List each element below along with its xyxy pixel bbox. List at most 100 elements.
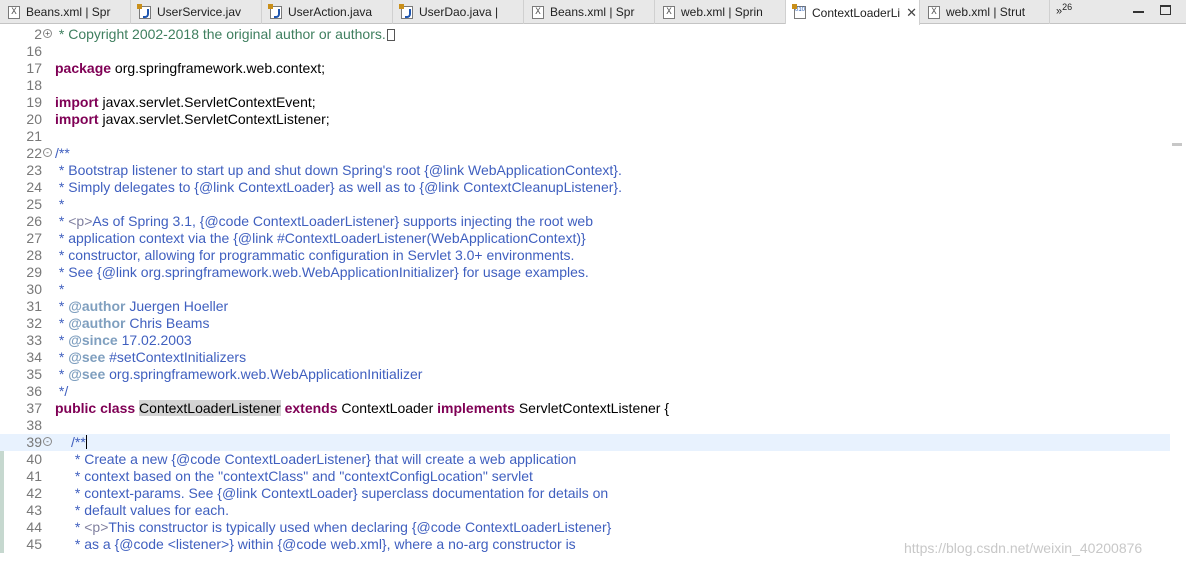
- code-token: * Simply delegates to {@link ContextLoad…: [55, 179, 622, 195]
- code-text: * See {@link org.springframework.web.Web…: [55, 264, 589, 281]
- code-line[interactable]: 22-/**: [0, 145, 1170, 162]
- line-number: 25: [26, 196, 42, 212]
- code-line[interactable]: 36 */: [0, 383, 1170, 400]
- tab-5[interactable]: X Beans.xml | Spr: [524, 0, 655, 24]
- code-token: org.springframework.web.context;: [111, 60, 326, 76]
- xml-file-icon: X: [663, 5, 675, 19]
- line-number: 24: [26, 179, 42, 195]
- code-token: * Create a new {@code ContextLoaderListe…: [71, 451, 577, 467]
- code-line[interactable]: 43 * default values for each.: [0, 502, 1170, 519]
- code-text: *: [55, 196, 64, 213]
- code-line[interactable]: 31 * @author Juergen Hoeller: [0, 298, 1170, 315]
- code-token: @see: [68, 366, 106, 382]
- code-line[interactable]: 40 * Create a new {@code ContextLoaderLi…: [0, 451, 1170, 468]
- code-text: * default values for each.: [71, 502, 229, 519]
- close-tab-icon[interactable]: ✕: [906, 5, 917, 21]
- code-line[interactable]: 33 * @since 17.02.2003: [0, 332, 1170, 349]
- code-line[interactable]: 2 + * Copyright 2002-2018 the original au…: [0, 26, 1170, 43]
- tab-6[interactable]: Xweb.xml | Sprin: [655, 0, 786, 24]
- tab-7[interactable]: 010 ContextLoaderLi ✕: [786, 0, 920, 25]
- code-text: package org.springframework.web.context;: [55, 60, 325, 77]
- line-number: 27: [26, 230, 42, 246]
- code-text: * Create a new {@code ContextLoaderListe…: [71, 451, 576, 468]
- tab-label: Beans.xml | Spr: [26, 5, 111, 19]
- code-token: */: [55, 383, 69, 399]
- code-line[interactable]: 41 * context based on the "contextClass"…: [0, 468, 1170, 485]
- collapse-fold-icon[interactable]: -: [43, 437, 52, 446]
- tab-1[interactable]: X Beans.xml | Spr: [0, 0, 131, 24]
- code-token: org.springframework.web.WebApplicationIn…: [105, 366, 423, 382]
- collapse-fold-icon[interactable]: -: [43, 148, 52, 157]
- code-token: * See {@link org.springframework.web.Web…: [55, 264, 589, 280]
- code-line[interactable]: 17 package org.springframework.web.contex…: [0, 60, 1170, 77]
- code-line[interactable]: 28 * constructor, allowing for programma…: [0, 247, 1170, 264]
- code-token: /**: [55, 145, 70, 161]
- xml-file-icon: X: [532, 5, 544, 19]
- minimize-icon[interactable]: [1133, 11, 1144, 13]
- code-line[interactable]: 19 import javax.servlet.ServletContextEve…: [0, 94, 1170, 111]
- code-token: @since: [68, 332, 118, 348]
- line-number: 38: [26, 417, 42, 433]
- code-text: * @author Juergen Hoeller: [55, 298, 228, 315]
- expand-fold-icon[interactable]: +: [43, 29, 52, 38]
- tab-4[interactable]: UserDao.java |: [393, 0, 524, 24]
- overview-ruler-mark[interactable]: [1172, 143, 1182, 146]
- code-line[interactable]: 21: [0, 128, 1170, 145]
- code-token: package: [55, 60, 112, 76]
- tab-label: Beans.xml | Spr: [550, 5, 635, 19]
- tab-8[interactable]: Xweb.xml | Strut: [920, 0, 1050, 24]
- code-token: @see: [68, 349, 106, 365]
- code-token: @author: [68, 298, 126, 314]
- code-line[interactable]: 35 * @see org.springframework.web.WebApp…: [0, 366, 1170, 383]
- code-text: * @see #setContextInitializers: [55, 349, 246, 366]
- code-line[interactable]: 26 * <p>As of Spring 3.1, {@code Context…: [0, 213, 1170, 230]
- line-number: 22: [26, 145, 42, 161]
- code-text: * <p>As of Spring 3.1, {@code ContextLoa…: [55, 213, 593, 230]
- line-number: 17: [26, 60, 42, 76]
- code-token: import: [55, 94, 99, 110]
- line-number: 20: [26, 111, 42, 127]
- tab-2[interactable]: UserService.jav: [131, 0, 262, 24]
- line-number: 31: [26, 298, 42, 314]
- code-line[interactable]: 25 *: [0, 196, 1170, 213]
- tab-label: UserService.jav: [157, 5, 242, 19]
- code-token: Juergen Hoeller: [125, 298, 229, 314]
- overview-ruler[interactable]: [1170, 25, 1186, 566]
- code-token: import: [55, 111, 99, 127]
- code-text: * <p>This constructor is typically used …: [71, 519, 611, 536]
- line-number: 23: [26, 162, 42, 178]
- code-line[interactable]: 37 public class ContextLoaderListener ext…: [0, 400, 1170, 417]
- code-line-current[interactable]: 39- /**: [0, 434, 1170, 451]
- watermark-text: https://blog.csdn.net/weixin_40200876: [904, 540, 1143, 556]
- code-text: * constructor, allowing for programmatic…: [55, 247, 575, 264]
- code-line[interactable]: 42 * context-params. See {@link ContextL…: [0, 485, 1170, 502]
- java-file-icon: [137, 3, 151, 19]
- code-token: #setContextInitializers: [105, 349, 247, 365]
- code-line[interactable]: 18: [0, 77, 1170, 94]
- code-line[interactable]: 20 import javax.servlet.ServletContextLis…: [0, 111, 1170, 128]
- code-line[interactable]: 24 * Simply delegates to {@link ContextL…: [0, 179, 1170, 196]
- editor-tab-bar: X Beans.xml | Spr UserService.jav UserActio…: [0, 0, 1186, 25]
- code-token: * constructor, allowing for programmatic…: [55, 247, 575, 263]
- code-line[interactable]: 27 * application context via the {@link …: [0, 230, 1170, 247]
- maximize-icon[interactable]: [1160, 5, 1171, 15]
- code-line[interactable]: 44 * <p>This constructor is typically us…: [0, 519, 1170, 536]
- folded-region-marker[interactable]: [386, 29, 395, 41]
- code-token: ContextLoader: [337, 400, 438, 416]
- code-line[interactable]: 32 * @author Chris Beams: [0, 315, 1170, 332]
- code-line[interactable]: 30 *: [0, 281, 1170, 298]
- line-number: 30: [26, 281, 42, 297]
- tab-3[interactable]: UserAction.java: [262, 0, 393, 24]
- code-line[interactable]: 34 * @see #setContextInitializers: [0, 349, 1170, 366]
- code-text: import javax.servlet.ServletContextListe…: [55, 111, 330, 128]
- code-line[interactable]: 23 * Bootstrap listener to start up and …: [0, 162, 1170, 179]
- code-line[interactable]: 38: [0, 417, 1170, 434]
- code-text: * @author Chris Beams: [55, 315, 210, 332]
- code-editor[interactable]: 2 + * Copyright 2002-2018 the original au…: [0, 25, 1186, 566]
- code-line[interactable]: 29 * See {@link org.springframework.web.…: [0, 264, 1170, 281]
- line-number: 39: [26, 434, 42, 450]
- line-number: 2: [34, 26, 42, 42]
- tab-overflow-button[interactable]: »26: [1056, 2, 1072, 18]
- code-line[interactable]: 16: [0, 43, 1170, 60]
- line-number: 21: [26, 128, 42, 144]
